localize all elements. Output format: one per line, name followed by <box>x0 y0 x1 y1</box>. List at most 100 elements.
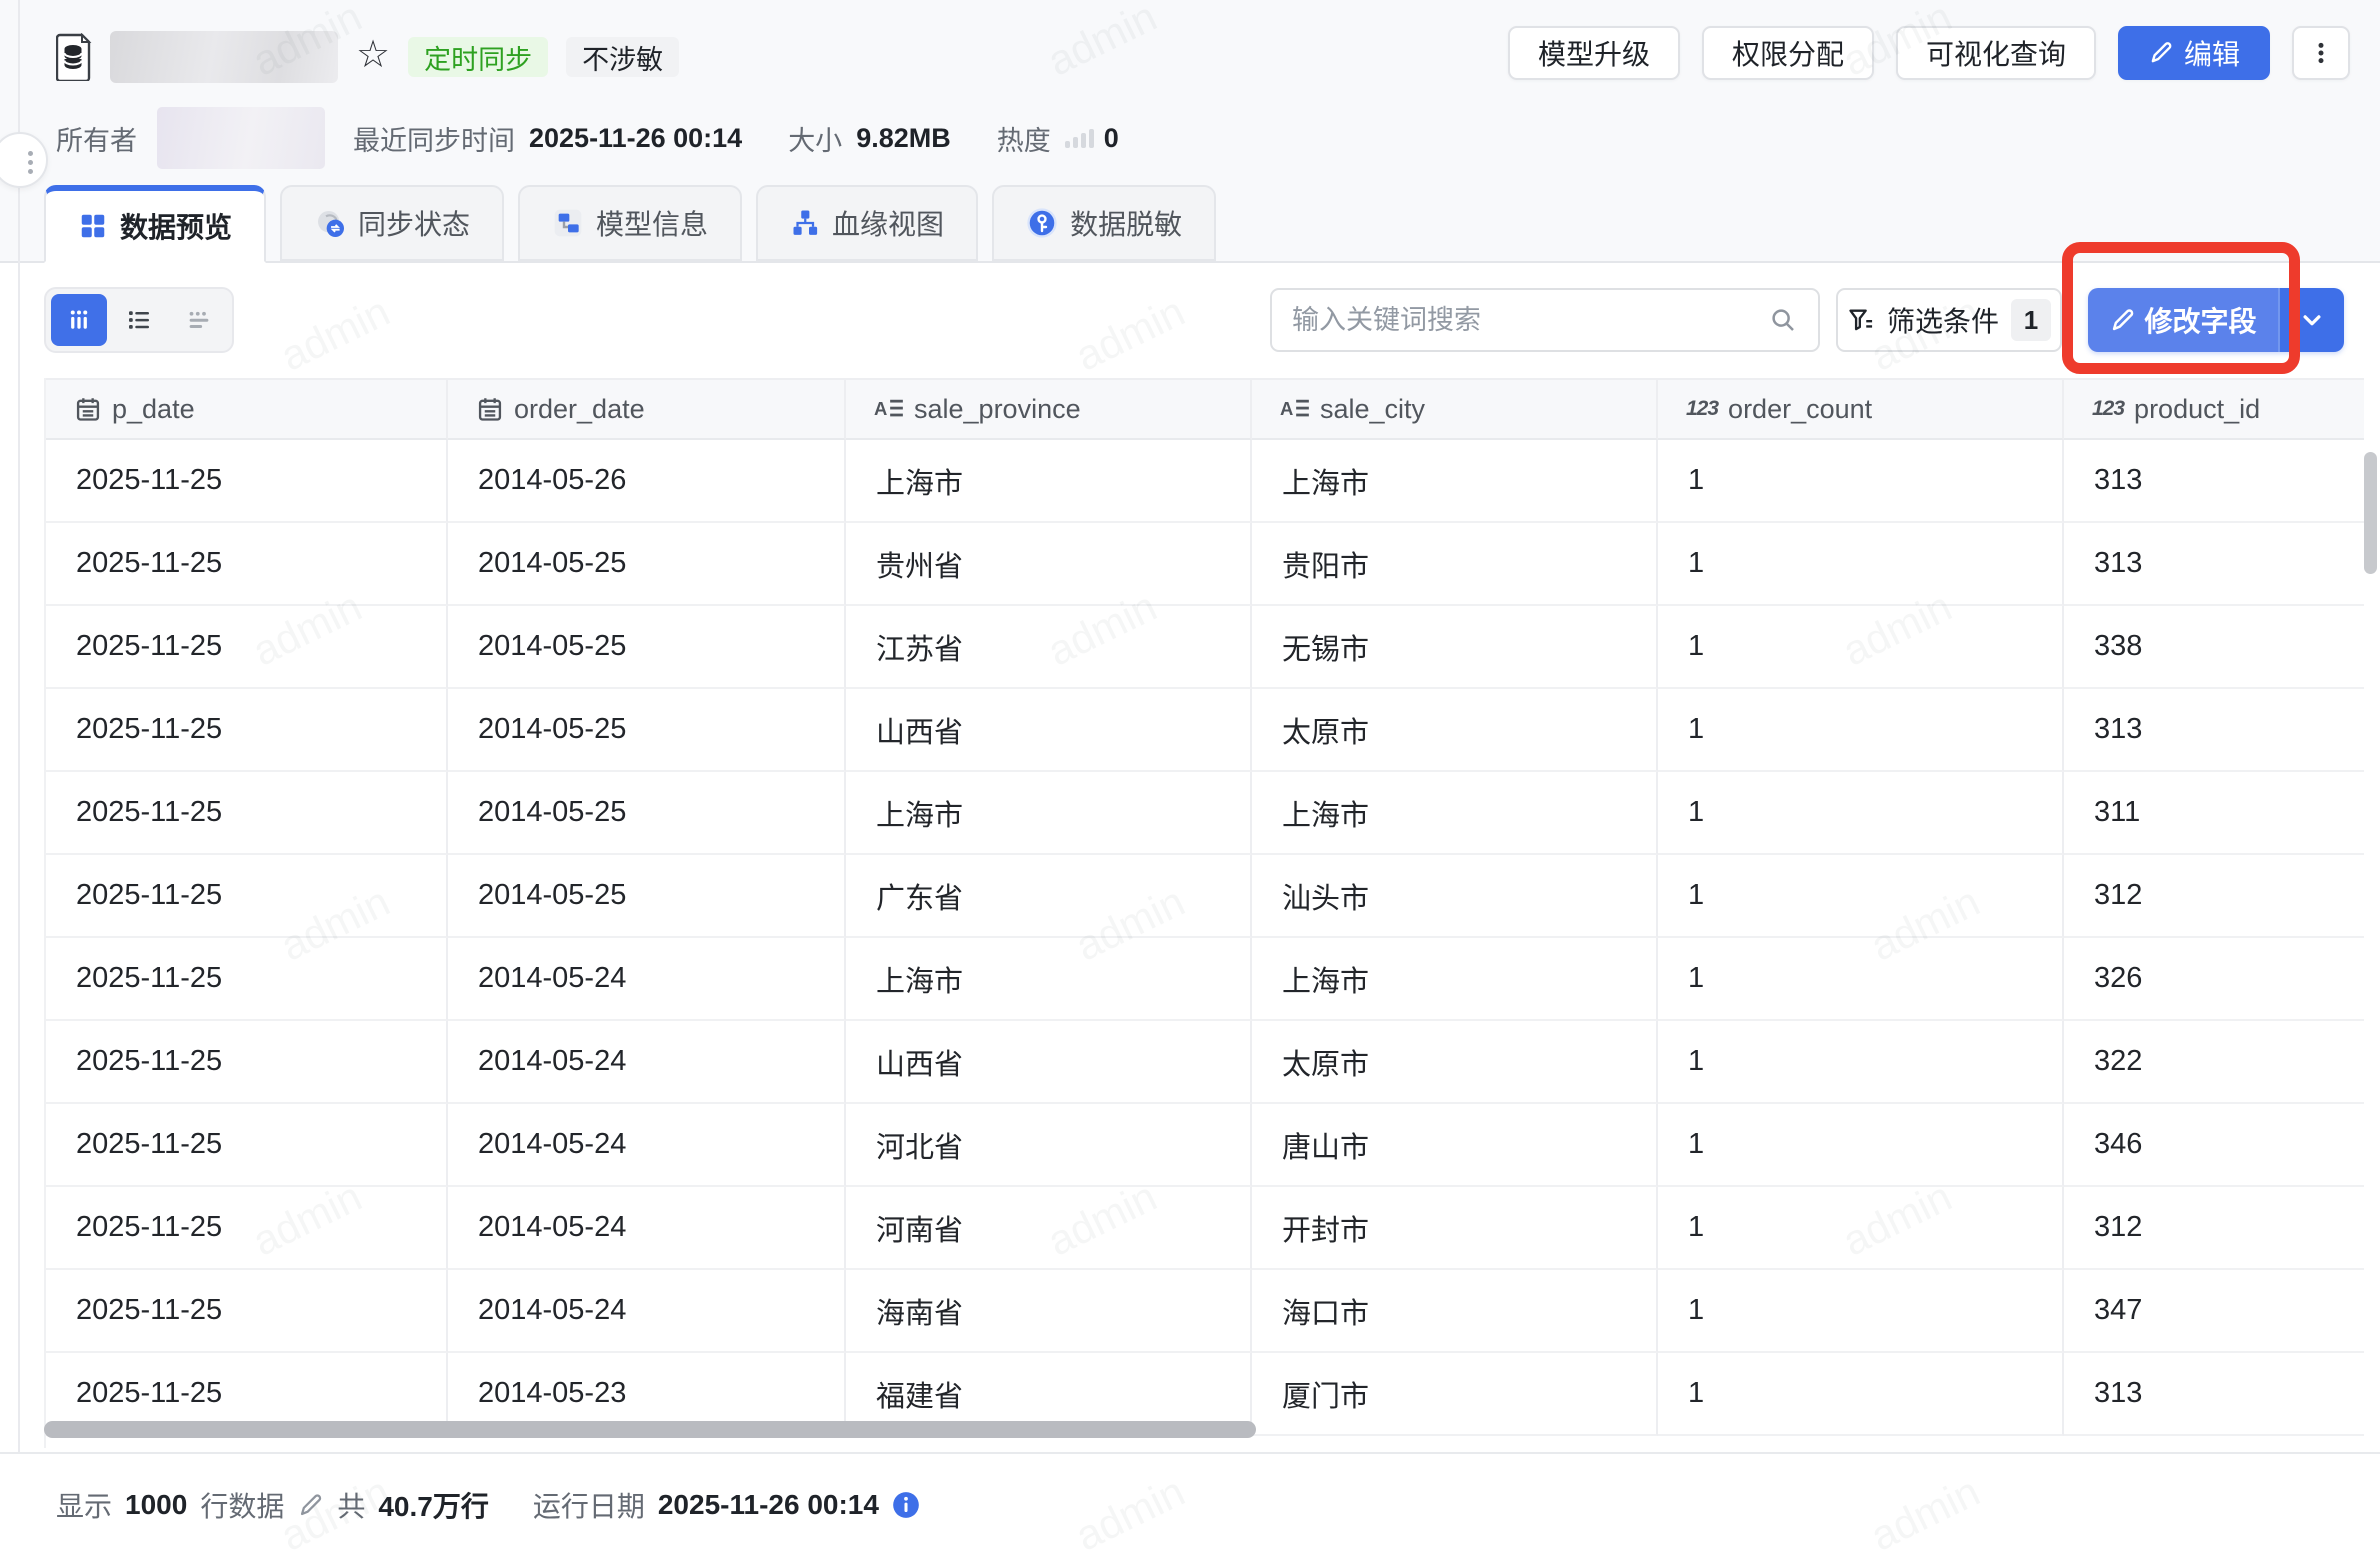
table-cell: 322 <box>2064 1021 2364 1104</box>
table-cell: 上海市 <box>1252 938 1658 1021</box>
cards-view-icon <box>184 305 214 335</box>
svg-text:A: A <box>874 398 887 419</box>
search-input[interactable] <box>1292 305 1768 336</box>
table-cell: 海南省 <box>846 1270 1252 1353</box>
favorite-star-icon[interactable]: ☆ <box>356 36 390 74</box>
total-rows-value: 40.7万行 <box>378 1485 489 1525</box>
lineage-icon <box>790 208 820 238</box>
data-preview-table: p_dateorder_dateAsale_provinceAsale_city… <box>44 378 2364 1448</box>
tab-模型信息[interactable]: 模型信息 <box>518 185 742 261</box>
table-row[interactable]: 2025-11-252014-05-25广东省汕头市1312 <box>46 855 2364 938</box>
table-row[interactable]: 2025-11-252014-05-24河北省唐山市1346 <box>46 1104 2364 1187</box>
table-cell: 1 <box>1658 606 2064 689</box>
funnel-icon <box>1847 306 1875 334</box>
column-name: sale_city <box>1320 394 1425 425</box>
info-icon[interactable] <box>892 1491 920 1519</box>
tab-label: 同步状态 <box>358 203 470 243</box>
table-cell: 2014-05-24 <box>448 1104 846 1187</box>
table-row[interactable]: 2025-11-252014-05-26上海市上海市1313 <box>46 440 2364 523</box>
owner-value-redacted <box>157 107 325 169</box>
table-cell: 326 <box>2064 938 2364 1021</box>
table-cell: 312 <box>2064 855 2364 938</box>
table-cell: 2014-05-25 <box>448 855 846 938</box>
vertical-scrollbar-thumb[interactable] <box>2364 452 2377 574</box>
table-row[interactable]: 2025-11-252014-05-24上海市上海市1326 <box>46 938 2364 1021</box>
table-cell: 2014-05-26 <box>448 440 846 523</box>
tab-bar: 数据预览 同步状态 模型信息 血缘视图 数据脱敏 <box>44 185 1216 263</box>
modify-fields-button[interactable]: 修改字段 <box>2088 288 2278 352</box>
table-cell: 313 <box>2064 440 2364 523</box>
table-cell: 2025-11-25 <box>46 772 448 855</box>
table-row[interactable]: 2025-11-252014-05-25江苏省无锡市1338 <box>46 606 2364 689</box>
more-actions-button[interactable] <box>2292 26 2350 80</box>
table-cell: 347 <box>2064 1270 2364 1353</box>
table-cell: 太原市 <box>1252 689 1658 772</box>
modify-fields-dropdown-button[interactable] <box>2278 288 2344 352</box>
column-header-order_date[interactable]: order_date <box>448 378 846 440</box>
table-cell: 1 <box>1658 1353 2064 1436</box>
column-header-order_count[interactable]: 123order_count <box>1658 378 2064 440</box>
column-header-product_id[interactable]: 123product_id <box>2064 378 2364 440</box>
filter-conditions-button[interactable]: 筛选条件 1 <box>1836 288 2062 352</box>
view-columns-button[interactable] <box>51 294 107 346</box>
model-upgrade-button[interactable]: 模型升级 <box>1508 26 1680 80</box>
table-cell: 2014-05-24 <box>448 1021 846 1104</box>
table-cell: 贵阳市 <box>1252 523 1658 606</box>
text-field-icon: A <box>874 396 904 422</box>
table-row[interactable]: 2025-11-252014-05-24河南省开封市1312 <box>46 1187 2364 1270</box>
table-row[interactable]: 2025-11-252014-05-24山西省太原市1322 <box>46 1021 2364 1104</box>
tab-label: 模型信息 <box>596 203 708 243</box>
filter-count-badge: 1 <box>2011 299 2051 341</box>
tab-数据预览[interactable]: 数据预览 <box>44 185 266 263</box>
table-header-row: p_dateorder_dateAsale_provinceAsale_city… <box>46 378 2364 440</box>
table-cell: 厦门市 <box>1252 1353 1658 1436</box>
table-row[interactable]: 2025-11-252014-05-24海南省海口市1347 <box>46 1270 2364 1353</box>
heat-signal-bars-icon <box>1065 129 1094 148</box>
size-value: 9.82MB <box>856 123 951 154</box>
edit-button-label: 编辑 <box>2184 33 2240 73</box>
view-list-button[interactable] <box>111 294 167 346</box>
tab-数据脱敏[interactable]: 数据脱敏 <box>992 185 1216 261</box>
number-icon: 123 <box>2092 397 2124 421</box>
column-header-sale_province[interactable]: Asale_province <box>846 378 1252 440</box>
view-cards-button[interactable] <box>171 294 227 346</box>
status-badge-not-sensitive: 不涉敏 <box>566 37 679 77</box>
table-cell: 2025-11-25 <box>46 440 448 523</box>
table-cell: 无锡市 <box>1252 606 1658 689</box>
permission-assign-button[interactable]: 权限分配 <box>1702 26 1874 80</box>
table-cell: 313 <box>2064 689 2364 772</box>
calendar-icon <box>476 395 504 423</box>
edit-button[interactable]: 编辑 <box>2118 26 2270 80</box>
table-row[interactable]: 2025-11-252014-05-25山西省太原市1313 <box>46 689 2364 772</box>
table-cell: 2025-11-25 <box>46 1270 448 1353</box>
show-label: 显示 <box>56 1485 112 1525</box>
table-cell: 2014-05-25 <box>448 606 846 689</box>
tab-label: 数据预览 <box>120 206 232 246</box>
tab-label: 数据脱敏 <box>1070 203 1182 243</box>
run-date-label: 运行日期 <box>533 1485 645 1525</box>
edit-row-count-pencil-icon[interactable] <box>297 1492 324 1519</box>
heat-value: 0 <box>1104 123 1119 154</box>
total-label: 共 <box>337 1485 365 1525</box>
table-cell: 唐山市 <box>1252 1104 1658 1187</box>
modify-fields-split-button: 修改字段 <box>2088 288 2344 352</box>
dataset-title-redacted <box>110 31 338 83</box>
visual-query-button[interactable]: 可视化查询 <box>1896 26 2096 80</box>
table-cell: 2025-11-25 <box>46 1187 448 1270</box>
table-cell: 1 <box>1658 523 2064 606</box>
tab-同步状态[interactable]: 同步状态 <box>280 185 504 261</box>
horizontal-scrollbar-thumb[interactable] <box>44 1421 1256 1438</box>
admin-watermark: admin <box>273 287 397 380</box>
tab-血缘视图[interactable]: 血缘视图 <box>756 185 978 261</box>
table-cell: 上海市 <box>1252 440 1658 523</box>
table-row[interactable]: 2025-11-252014-05-25上海市上海市1311 <box>46 772 2364 855</box>
table-row[interactable]: 2025-11-252014-05-25贵州省贵阳市1313 <box>46 523 2364 606</box>
column-header-sale_city[interactable]: Asale_city <box>1252 378 1658 440</box>
search-icon[interactable] <box>1768 305 1798 335</box>
pencil-icon <box>2148 40 2174 66</box>
column-header-p_date[interactable]: p_date <box>46 378 448 440</box>
table-cell: 1 <box>1658 938 2064 1021</box>
status-bar: 显示 1000 行数据 共 40.7万行 运行日期 2025-11-26 00:… <box>0 1452 2380 1556</box>
table-cell: 2025-11-25 <box>46 689 448 772</box>
table-cell: 2025-11-25 <box>46 523 448 606</box>
